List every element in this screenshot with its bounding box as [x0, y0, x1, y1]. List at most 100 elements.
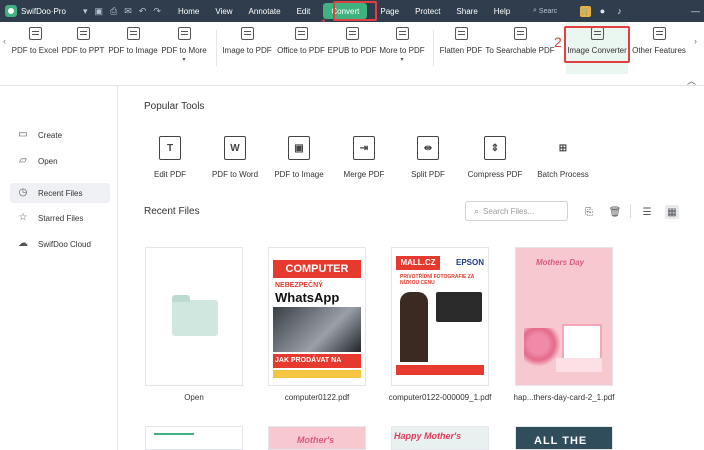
save-icon[interactable]: ▣ — [95, 6, 104, 17]
cover-banner: JAK PRODÁVAT NA FACEBOOKU — [273, 354, 361, 378]
menu-annotate[interactable]: Annotate — [241, 0, 289, 22]
file-name: Open — [184, 393, 204, 402]
file-card-document[interactable] — [145, 426, 243, 450]
flatten-pdf-icon — [454, 27, 468, 40]
menu-convert[interactable]: Convert — [323, 3, 368, 19]
tool-edit-pdf[interactable]: T Edit PDF — [135, 136, 205, 179]
ribbon-pdf-to-ppt[interactable]: PDF to PPT — [60, 22, 106, 74]
bell-icon[interactable]: ♪ — [614, 6, 625, 17]
card-title: Mothers Day — [536, 258, 585, 267]
menu-bar: Home View Annotate Edit Convert Page Pro… — [170, 0, 518, 22]
user-icon[interactable]: ● — [597, 6, 608, 17]
menu-protect[interactable]: Protect — [407, 0, 448, 22]
convert-ribbon: ‹ PDF to Excel PDF to PPT PDF to Image P… — [0, 22, 704, 86]
sidebar-item-label: Recent Files — [38, 188, 83, 198]
file-card-computer0122-000009[interactable]: MALL.CZ EPSON PRIVOTŘÍDNÍ FOTOGRAFIE ZA … — [391, 247, 489, 386]
step-number-2: 2 — [554, 34, 562, 50]
print-icon[interactable]: ⎙ — [110, 6, 117, 17]
more-to-pdf-icon — [395, 27, 409, 40]
pdf-to-word-icon: W — [224, 136, 246, 160]
tool-merge-pdf[interactable]: ⇥ Merge PDF — [329, 136, 399, 179]
cover-kicker: NEBEZPEČNÝ — [275, 282, 323, 289]
tool-split-pdf[interactable]: ⇹ Split PDF — [393, 136, 463, 179]
search-files-box: ⌕ — [465, 201, 568, 221]
menu-page[interactable]: Page — [372, 0, 407, 22]
ribbon-flatten-pdf[interactable]: Flatten PDF — [438, 22, 484, 74]
main-content: Popular Tools T Edit PDF W PDF to Word ▣… — [118, 86, 704, 450]
clock-icon: ◷ — [18, 187, 28, 198]
title-search-label: Searc — [538, 7, 558, 15]
minimize-icon[interactable]: — — [691, 6, 700, 16]
ribbon-pdf-to-more[interactable]: PDF to More ▾ — [160, 22, 208, 74]
image-to-pdf-icon — [240, 27, 254, 40]
file-name: hap...thers-day-card-2_1.pdf — [513, 393, 615, 402]
file-card-all-the[interactable]: ALL THE — [515, 426, 613, 450]
ribbon-pdf-to-image[interactable]: PDF to Image — [106, 22, 160, 74]
open-file-card[interactable] — [145, 247, 243, 386]
tool-compress-pdf[interactable]: ⇕ Compress PDF — [460, 136, 530, 179]
sidebar-item-starred-files[interactable]: ☆ Starred Files — [10, 208, 110, 228]
search-files-input[interactable] — [483, 206, 564, 216]
scan-icon[interactable]: ⎘ — [582, 205, 596, 219]
tool-label: Batch Process — [537, 170, 589, 179]
ribbon-to-searchable-pdf[interactable]: To Searchable PDF — [485, 22, 555, 74]
trash-icon[interactable]: 🗑 — [608, 205, 622, 219]
title-search[interactable]: ⌕ Searc — [533, 4, 563, 18]
sidebar-item-swifdoo-cloud[interactable]: ☁ SwifDoo Cloud — [10, 234, 110, 254]
tool-batch-process[interactable]: ⊞ Batch Process — [528, 136, 598, 180]
sidebar-item-label: Create — [38, 130, 63, 140]
ribbon-other-features[interactable]: Other Features — [632, 22, 686, 74]
file-card-mothers-card[interactable]: Mother's — [268, 426, 366, 450]
pdf-to-ppt-icon — [76, 27, 90, 40]
cart-icon[interactable]: 🛒 — [580, 5, 591, 17]
ribbon-separator — [216, 30, 217, 66]
menu-home[interactable]: Home — [170, 0, 207, 22]
ribbon-label: Flatten PDF — [439, 46, 483, 55]
sidebar-item-recent-files[interactable]: ◷ Recent Files — [10, 183, 110, 203]
open-folder-icon: ▱ — [19, 155, 27, 166]
swifdoo-logo-icon — [5, 5, 17, 17]
file-card-mothers-day[interactable]: Mothers Day — [515, 247, 613, 386]
ribbon-image-to-pdf[interactable]: Image to PDF — [220, 22, 274, 74]
ribbon-label: Image Converter — [567, 46, 627, 55]
grid-view-icon[interactable]: ▦ — [665, 205, 679, 219]
ribbon-scroll-left-icon[interactable]: ‹ — [3, 36, 6, 46]
cloud-icon: ☁ — [18, 238, 28, 249]
list-view-icon[interactable]: ☰ — [640, 205, 654, 219]
mail-icon[interactable]: ✉ — [124, 6, 132, 17]
ribbon-scroll-right-icon[interactable]: › — [694, 36, 697, 46]
menu-edit[interactable]: Edit — [289, 0, 319, 22]
card-title: ALL THE — [534, 435, 588, 447]
menu-icon[interactable]: ▾ — [83, 6, 88, 17]
sidebar-item-open[interactable]: ▱ Open — [10, 151, 110, 171]
menu-view[interactable]: View — [207, 0, 240, 22]
ribbon-office-to-pdf[interactable]: Office to PDF — [274, 22, 328, 74]
searchable-pdf-icon — [513, 27, 527, 40]
tool-label: Merge PDF — [343, 170, 385, 179]
menu-share[interactable]: Share — [448, 0, 485, 22]
title-bar: SwifDoo·Pro ▾ ▣ ⎙ ✉ ↶ ↷ Home View Annota… — [0, 0, 704, 22]
ribbon-more-to-pdf[interactable]: More to PDF ▾ — [378, 22, 426, 74]
folder-icon — [172, 295, 218, 336]
ribbon-pdf-to-excel[interactable]: PDF to Excel — [10, 22, 60, 74]
file-card-happy-mothers[interactable]: Happy Mother's — [391, 426, 489, 450]
edit-pdf-icon: T — [159, 136, 181, 160]
ribbon-image-converter[interactable]: Image Converter — [566, 22, 628, 74]
card-title: Mother's — [297, 435, 335, 445]
tool-pdf-to-image[interactable]: ▣ PDF to Image — [264, 136, 334, 179]
star-icon: ☆ — [18, 212, 28, 223]
sidebar-item-create[interactable]: ▭ Create — [10, 125, 110, 145]
search-icon: ⌕ — [474, 205, 480, 216]
flyer-thumbnail: MALL.CZ EPSON PRIVOTŘÍDNÍ FOTOGRAFIE ZA … — [396, 252, 484, 381]
file-card-computer0122[interactable]: COMPUTER NEBEZPEČNÝ WhatsApp JAK PRODÁVA… — [268, 247, 366, 386]
undo-icon[interactable]: ↶ — [139, 6, 147, 17]
redo-icon[interactable]: ↷ — [153, 6, 161, 17]
cover-strip — [273, 370, 361, 378]
tool-pdf-to-word[interactable]: W PDF to Word — [200, 136, 270, 179]
ribbon-epub-to-pdf[interactable]: EPUB to PDF — [327, 22, 377, 74]
split-pdf-icon: ⇹ — [417, 136, 439, 160]
menu-help[interactable]: Help — [486, 0, 518, 22]
merge-pdf-icon: ⇥ — [353, 136, 375, 160]
create-icon: ▭ — [18, 129, 28, 140]
window-controls: — — [691, 0, 700, 22]
